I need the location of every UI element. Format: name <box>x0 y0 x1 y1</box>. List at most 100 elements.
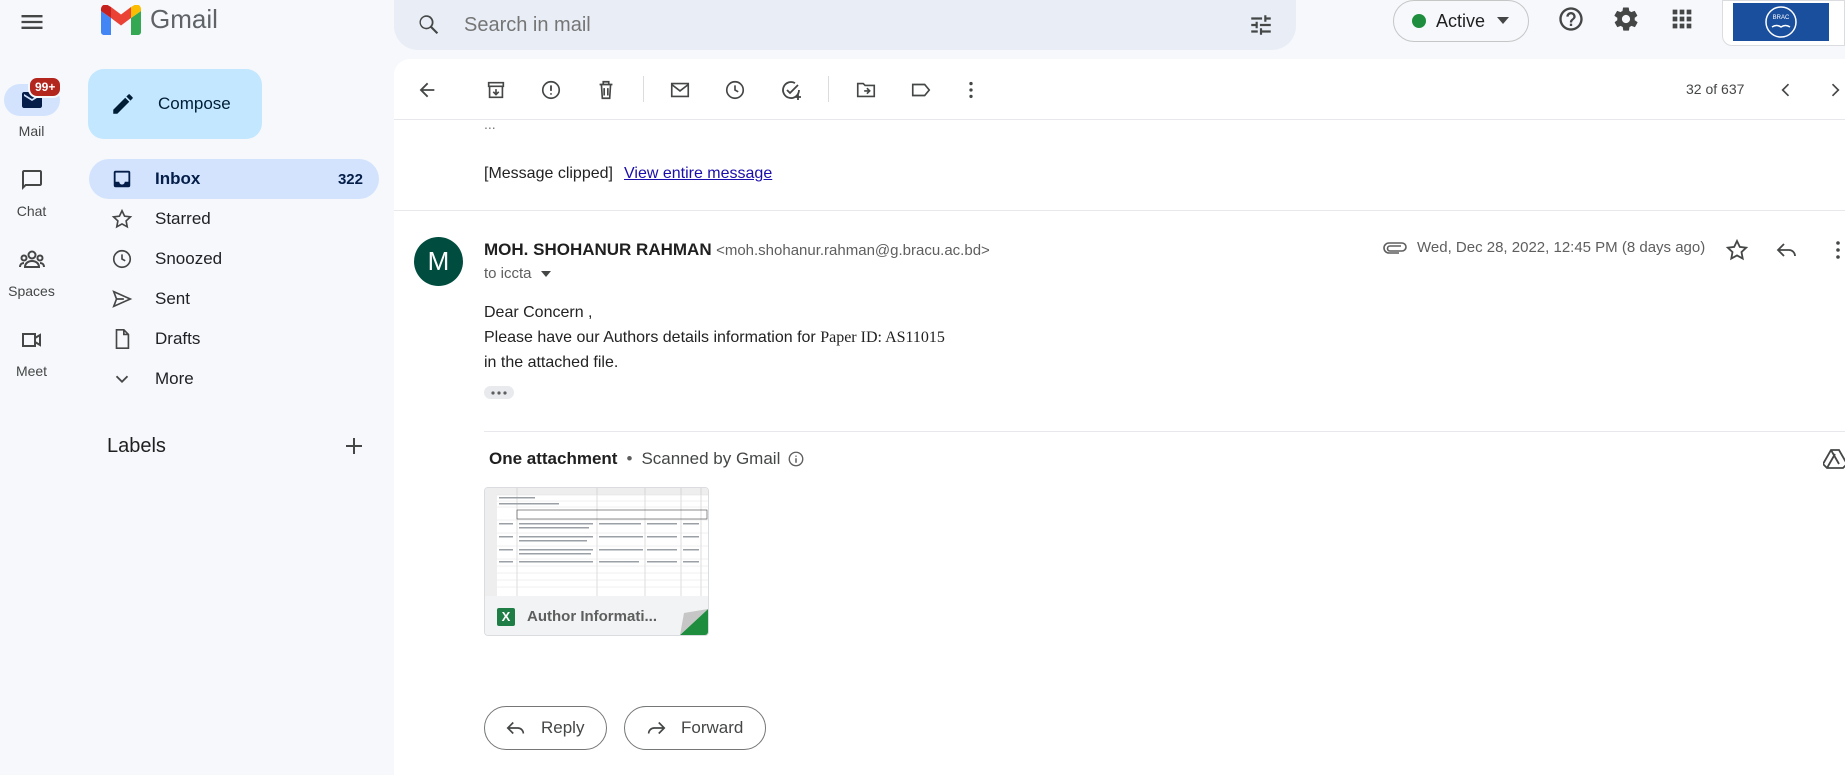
rail-meet[interactable]: Meet <box>0 324 63 379</box>
archive-button[interactable] <box>482 76 510 104</box>
sidebar-item-label: Inbox <box>155 169 201 188</box>
move-to-button[interactable] <box>852 76 880 104</box>
gmail-wordmark: Gmail <box>150 4 218 34</box>
clipped-ellipsis: ... <box>484 116 496 132</box>
help-button[interactable] <box>1557 5 1585 33</box>
rail-chat[interactable]: Chat <box>0 164 63 219</box>
inbox-unread-count: 322 <box>337 170 363 188</box>
university-seal-icon: BRAC <box>1765 6 1797 38</box>
caret-down-icon <box>1497 17 1510 24</box>
send-icon <box>112 290 133 308</box>
sidebar-item-snoozed[interactable]: Snoozed <box>89 239 379 279</box>
star-message-button[interactable] <box>1725 238 1749 262</box>
excel-file-icon: X <box>497 607 515 626</box>
chevron-right-icon <box>1831 83 1840 97</box>
recipients-text: to iccta <box>484 265 532 282</box>
forward-button[interactable]: Forward <box>624 706 767 750</box>
search-icon <box>419 15 439 34</box>
archive-icon <box>487 81 505 99</box>
body-line: in the attached file. <box>484 354 619 371</box>
show-trimmed-content-button[interactable] <box>484 386 514 399</box>
chevron-left-icon <box>1781 83 1790 97</box>
chevron-down-icon <box>115 375 129 384</box>
settings-button[interactable] <box>1612 5 1640 33</box>
active-status-dot <box>1412 14 1426 28</box>
account-button[interactable]: BRAC <box>1722 0 1845 46</box>
sidebar-item-drafts[interactable]: Drafts <box>89 319 379 359</box>
attachment-card[interactable]: X Author Informati... <box>484 487 709 636</box>
ellipsis-icon <box>491 390 507 395</box>
message-more-button[interactable] <box>1826 238 1845 262</box>
compose-button[interactable]: Compose <box>88 69 262 139</box>
message-clipped-text: [Message clipped] <box>484 165 613 182</box>
sender-email: <moh.shohanur.rahman@g.bracu.ac.bd> <box>716 242 990 259</box>
avatar-letter: M <box>427 246 450 276</box>
add-to-drive-icon <box>1823 449 1845 469</box>
more-options-button[interactable] <box>957 76 985 104</box>
toolbar-divider <box>643 76 644 102</box>
newer-button[interactable] <box>1772 76 1800 104</box>
trash-icon <box>599 80 613 100</box>
rail-meet-label: Meet <box>15 363 48 379</box>
status-label: Active <box>1436 10 1486 31</box>
add-to-drive-button[interactable] <box>1823 448 1845 470</box>
spaces-icon <box>18 250 45 268</box>
move-folder-icon <box>856 82 876 98</box>
rail-mail-label: Mail <box>18 123 45 139</box>
spreadsheet-thumbnail <box>485 488 708 596</box>
mark-unread-button[interactable] <box>666 76 694 104</box>
attachment-clip-icon <box>1383 241 1407 254</box>
message-meta: Wed, Dec 28, 2022, 12:45 PM (8 days ago) <box>1383 239 1705 256</box>
sender-avatar[interactable]: M <box>414 237 463 286</box>
view-entire-message-link[interactable]: View entire message <box>624 165 772 183</box>
recipients-dropdown[interactable]: to iccta <box>484 265 551 282</box>
search-input[interactable] <box>464 13 1184 37</box>
rail-spaces[interactable]: Spaces <box>0 244 63 299</box>
compose-label: Compose <box>158 94 231 113</box>
create-label-button[interactable] <box>342 434 366 458</box>
clock-icon <box>112 249 132 269</box>
reply-icon-button[interactable] <box>1775 238 1799 262</box>
sidebar-item-label: Drafts <box>155 329 201 348</box>
mail-unread-badge: 99+ <box>28 76 63 98</box>
star-icon <box>1725 238 1749 261</box>
body-line: Dear Concern , <box>484 304 593 321</box>
sidebar-item-starred[interactable]: Starred <box>89 199 379 239</box>
reply-label: Reply <box>541 718 585 737</box>
search-bar[interactable] <box>394 0 1296 50</box>
apps-button[interactable] <box>1668 5 1696 33</box>
add-to-tasks-button[interactable] <box>777 76 805 104</box>
draft-file-icon <box>115 329 130 349</box>
sidebar-item-label: Sent <box>155 289 190 308</box>
message-body: Dear Concern , Please have our Authors d… <box>484 300 945 375</box>
main-menu-button[interactable] <box>18 8 46 36</box>
sidebar-item-label: More <box>155 369 194 388</box>
toolbar-divider-line <box>394 119 1845 120</box>
message-separator <box>394 210 1845 211</box>
older-button[interactable] <box>1821 76 1845 104</box>
organization-logo: BRAC <box>1733 3 1829 41</box>
sidebar-item-inbox[interactable]: Inbox 322 <box>89 159 379 199</box>
snooze-button[interactable] <box>721 76 749 104</box>
bullet: • <box>626 449 633 468</box>
sidebar-item-sent[interactable]: Sent <box>89 279 379 319</box>
star-icon <box>111 208 133 229</box>
rail-chat-label: Chat <box>16 203 47 219</box>
toolbar-divider <box>828 76 829 102</box>
delete-button[interactable] <box>592 76 620 104</box>
forward-label: Forward <box>681 718 744 737</box>
attachment-filename: Author Informati... <box>527 608 657 625</box>
labels-button[interactable] <box>907 76 935 104</box>
report-spam-icon <box>541 80 561 100</box>
reply-button[interactable]: Reply <box>484 706 608 750</box>
sender-name[interactable]: MOH. SHOHANUR RAHMAN <box>484 240 712 259</box>
rail-spaces-label: Spaces <box>8 283 55 299</box>
caret-down-icon <box>540 270 551 277</box>
status-dropdown[interactable]: Active <box>1393 0 1529 42</box>
back-button[interactable] <box>413 76 441 104</box>
report-spam-button[interactable] <box>537 76 565 104</box>
sidebar-item-more[interactable]: More <box>89 359 379 399</box>
gmail-logo[interactable]: Gmail <box>101 4 218 35</box>
attachments-title: One attachment <box>489 449 618 468</box>
page-fold-corner-icon <box>680 609 708 635</box>
